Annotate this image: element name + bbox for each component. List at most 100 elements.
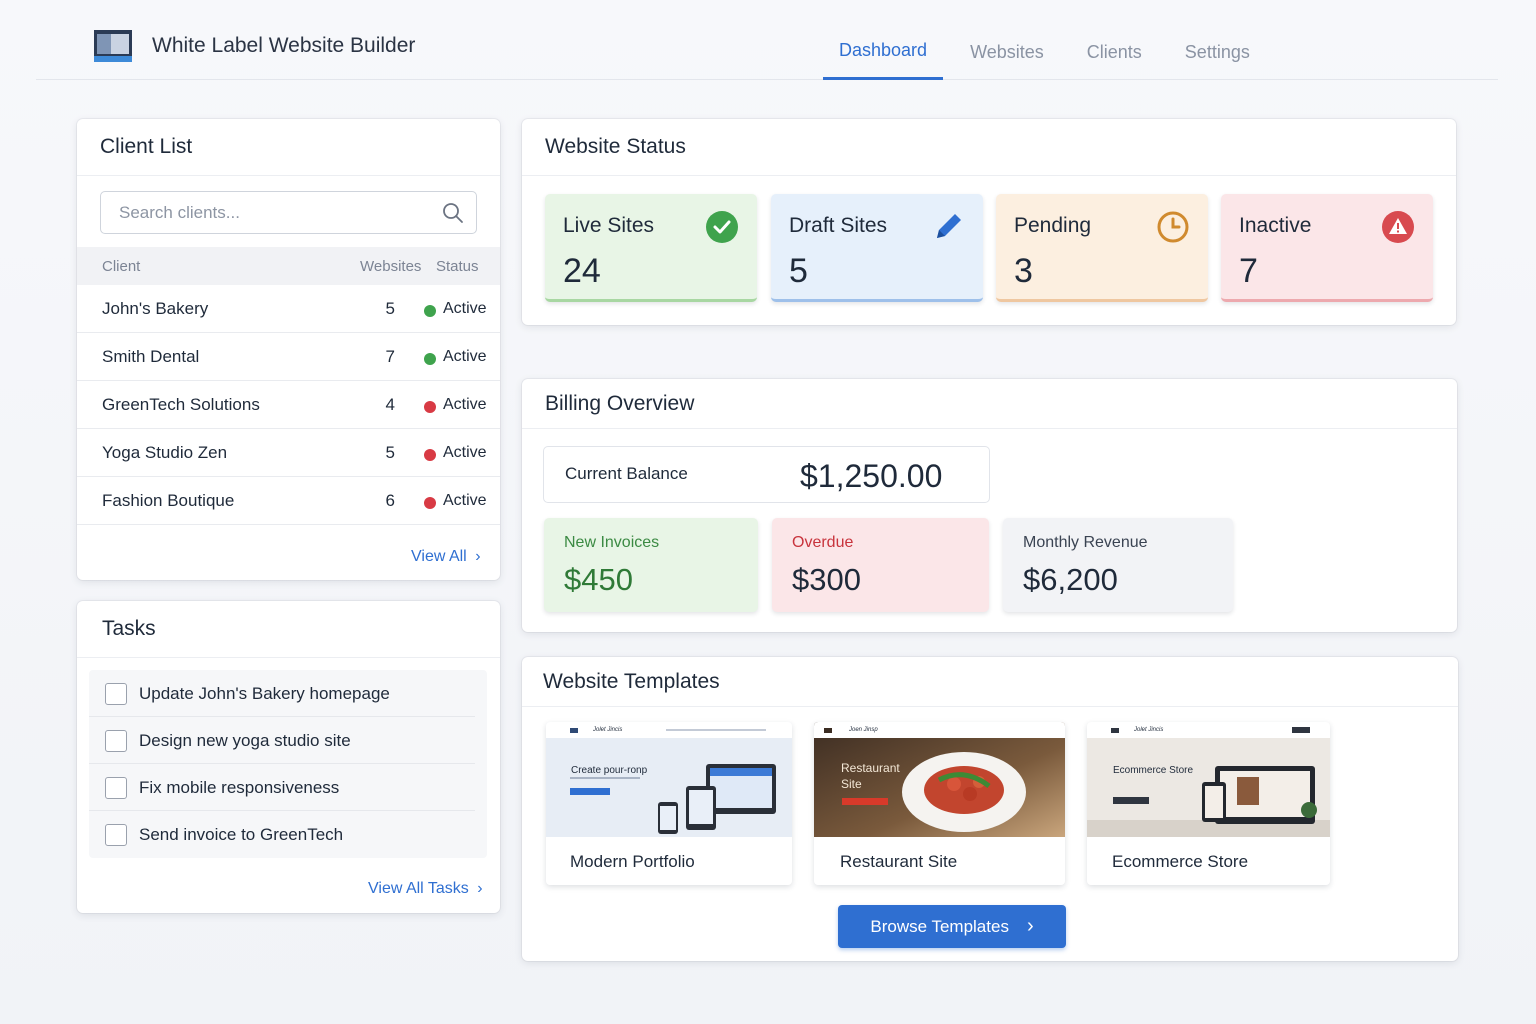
table-row[interactable]: Yoga Studio Zen 5 Active (77, 429, 500, 477)
task-label: Design new yoga studio site (139, 731, 351, 750)
pencil-icon (937, 214, 961, 238)
tab-dashboard[interactable]: Dashboard (823, 0, 944, 80)
status-card-live-sites[interactable]: Live Sites 24 (545, 194, 757, 302)
templates-title: Website Templates (522, 657, 1458, 707)
template-card-modern-portfolio[interactable]: Create pour-ronp Jolet Jincis Modern Por… (546, 722, 792, 885)
status-dot (424, 305, 436, 317)
chevron-right-icon: › (477, 880, 483, 897)
tasks-card: Tasks Update John's Bakery homepage Desig… (77, 601, 500, 913)
client-websites: 7 (385, 347, 395, 366)
status-value: 3 (1014, 252, 1033, 290)
task-checkbox[interactable] (105, 683, 127, 705)
search-input[interactable]: Search clients... (100, 191, 477, 234)
billing-value: $300 (792, 562, 861, 597)
template-thumb-brand: Jolet Jincis (593, 727, 623, 733)
status-dot (424, 353, 436, 365)
template-card-restaurant-site[interactable]: Restaurant Site Joen Jinsp Restaurant Si… (814, 722, 1065, 885)
status-label: Live Sites (563, 214, 655, 237)
chevron-right-icon: › (475, 548, 481, 565)
view-all-tasks-label: View All Tasks (368, 880, 469, 897)
browse-templates-button[interactable]: Browse Templates › (838, 905, 1066, 948)
template-name: Restaurant Site (840, 852, 958, 871)
status-badge: Active (443, 300, 487, 317)
status-label: Pending (1014, 214, 1092, 237)
client-websites: 5 (385, 299, 395, 318)
status-value: 24 (563, 252, 601, 290)
billing-label: New Invoices (564, 534, 660, 551)
client-name: Yoga Studio Zen (102, 443, 228, 462)
view-all-tasks-link[interactable]: View All Tasks › (368, 880, 483, 898)
top-bar: White Label Website Builder Dashboard We… (36, 0, 1498, 80)
tab-websites[interactable]: Websites (954, 0, 1060, 80)
status-label: Draft Sites (789, 214, 888, 237)
billing-label: Overdue (792, 534, 854, 551)
billing-value: $6,200 (1023, 562, 1118, 597)
logo-icon (94, 30, 132, 62)
warning-icon (1382, 211, 1414, 243)
tab-settings[interactable]: Settings (1169, 0, 1266, 80)
status-dot (424, 497, 436, 509)
template-thumb-brand: Jolet Jincis (1134, 727, 1164, 733)
table-row[interactable]: Smith Dental 7 Active (77, 333, 500, 381)
website-status-title: Website Status (522, 119, 1456, 176)
check-circle-icon (706, 211, 738, 243)
client-list-title: Client List (77, 119, 500, 176)
column-websites: Websites (360, 258, 422, 275)
app-title: White Label Website Builder (152, 34, 416, 57)
task-list: Update John's Bakery homepage Design new … (89, 670, 487, 858)
table-row[interactable]: GreenTech Solutions 4 Active (77, 381, 500, 429)
template-name: Modern Portfolio (570, 852, 695, 871)
table-row[interactable]: Fashion Boutique 6 Active (77, 477, 500, 525)
tab-clients[interactable]: Clients (1071, 0, 1158, 80)
task-checkbox[interactable] (105, 824, 127, 846)
status-badge: Active (443, 396, 487, 413)
billing-value: $450 (564, 562, 633, 597)
chevron-right-icon: › (1026, 915, 1034, 937)
column-status: Status (436, 258, 479, 275)
task-label: Fix mobile responsiveness (139, 778, 340, 797)
status-card-inactive[interactable]: Inactive 7 (1221, 194, 1433, 302)
tasks-title: Tasks (77, 601, 500, 658)
task-checkbox[interactable] (105, 730, 127, 752)
browse-templates-label: Browse Templates (870, 916, 1009, 936)
client-websites: 6 (385, 491, 395, 510)
clock-icon (1157, 211, 1189, 243)
template-thumb-brand: Joen Jinsp (849, 727, 878, 733)
task-item: Design new yoga studio site (89, 717, 475, 764)
client-table-header: Client Websites Status (77, 247, 500, 285)
client-websites: 4 (385, 395, 395, 414)
view-all-label: View All (411, 548, 467, 565)
column-client: Client (102, 258, 141, 275)
client-websites: 5 (385, 443, 395, 462)
billing-card-overdue[interactable]: Overdue $300 (772, 518, 989, 612)
task-checkbox[interactable] (105, 777, 127, 799)
template-card-ecommerce-store[interactable]: Ecommerce Store Jolet Jincis Ecommerce S… (1087, 722, 1330, 885)
status-card-pending[interactable]: Pending 3 (996, 194, 1208, 302)
template-thumb-heading: Create pour-ronp (571, 765, 648, 776)
main-nav: Dashboard Websites Clients Settings (823, 0, 1277, 80)
template-thumbnail (546, 722, 792, 837)
billing-card-new-invoices[interactable]: New Invoices $450 (544, 518, 758, 612)
balance-value: $1,250.00 (800, 458, 943, 494)
client-name: John's Bakery (102, 299, 209, 318)
template-thumbnail (1087, 722, 1330, 837)
table-row[interactable]: John's Bakery 5 Active (77, 285, 500, 333)
view-all-clients-link[interactable]: View All › (411, 548, 481, 566)
billing-card-monthly-revenue[interactable]: Monthly Revenue $6,200 (1003, 518, 1233, 612)
task-item: Send invoice to GreenTech (89, 811, 475, 858)
search-placeholder: Search clients... (119, 202, 240, 222)
task-item: Fix mobile responsiveness (89, 764, 475, 811)
client-list-card: Client List Search clients... Client Web… (77, 119, 500, 580)
task-item: Update John's Bakery homepage (89, 670, 475, 717)
status-dot (424, 401, 436, 413)
template-thumb-heading: Ecommerce Store (1113, 765, 1194, 776)
task-label: Update John's Bakery homepage (139, 684, 390, 703)
status-value: 7 (1239, 252, 1258, 290)
balance-label: Current Balance (565, 464, 688, 483)
website-status-card: Website Status Live Sites 24 Draft Sites 5 P… (522, 119, 1456, 325)
status-card-draft-sites[interactable]: Draft Sites 5 (771, 194, 983, 302)
search-icon[interactable] (442, 202, 464, 224)
client-name: Fashion Boutique (102, 491, 235, 510)
template-thumb-heading: Restaurant Site (841, 761, 900, 791)
status-value: 5 (789, 252, 808, 290)
